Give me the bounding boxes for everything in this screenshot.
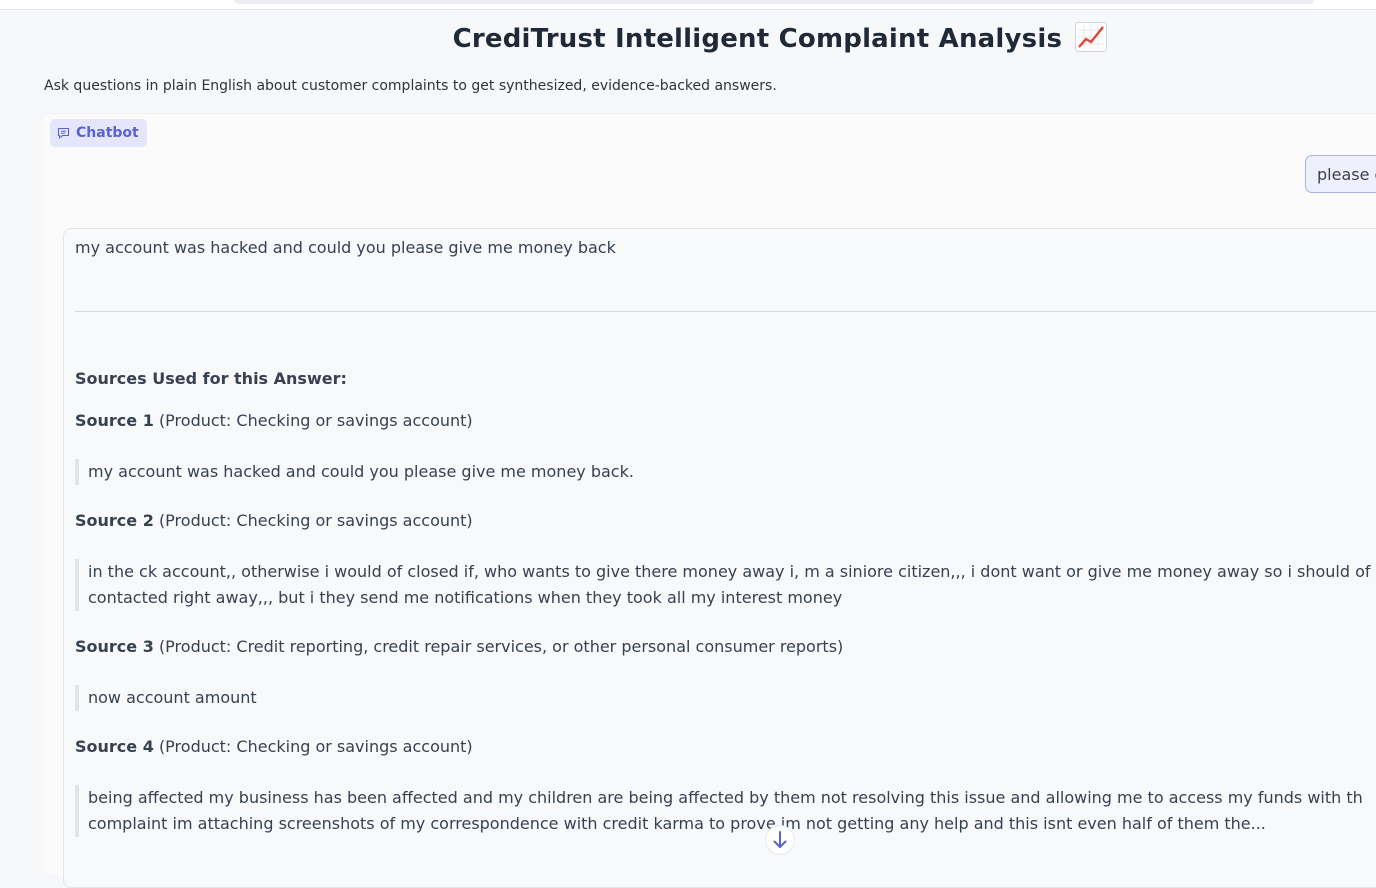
source-label: Source 3: [75, 637, 154, 656]
bot-answer-text: my account was hacked and could you plea…: [75, 238, 616, 257]
arrow-down-icon: [773, 831, 787, 848]
sources-heading: Sources Used for this Answer:: [75, 369, 347, 388]
source-1-quote: my account was hacked and could you plea…: [75, 459, 634, 485]
chat-icon: [57, 127, 70, 139]
source-3-heading: Source 3 (Product: Credit reporting, cre…: [75, 637, 843, 656]
source-3-quote: now account amount: [75, 685, 257, 711]
source-product: (Product: Credit reporting, credit repai…: [158, 637, 844, 656]
chatbot-label-badge: Chatbot: [50, 119, 147, 147]
source-product: (Product: Checking or savings account): [158, 737, 473, 756]
source-4-quote: being affected my business has been affe…: [75, 785, 1363, 837]
quote-line: now account amount: [88, 688, 257, 707]
top-bar: [0, 0, 1376, 10]
quote-line: contacted right away,,, but i they send …: [88, 588, 843, 607]
quote-line: complaint im attaching screenshots of my…: [88, 814, 1266, 833]
source-2-quote: in the ck account,, otherwise i would of…: [75, 559, 1371, 611]
source-2-heading: Source 2 (Product: Checking or savings a…: [75, 511, 473, 530]
source-label: Source 4: [75, 737, 154, 756]
source-label: Source 1: [75, 411, 154, 430]
page-title: CrediTrust Intelligent Complaint Analysi…: [0, 22, 1376, 54]
quote-line: being affected my business has been affe…: [88, 788, 1363, 807]
chatbot-label: Chatbot: [76, 125, 139, 141]
quote-line: in the ck account,, otherwise i would of…: [88, 562, 1371, 581]
source-product: (Product: Checking or savings account): [158, 411, 473, 430]
source-label: Source 2: [75, 511, 154, 530]
quote-line: my account was hacked and could you plea…: [88, 462, 634, 481]
source-product: (Product: Checking or savings account): [158, 511, 473, 530]
chart-increasing-icon: [1075, 22, 1108, 52]
top-nav-pill: [234, 0, 1314, 4]
page-title-text: CrediTrust Intelligent Complaint Analysi…: [452, 24, 1063, 54]
divider: [75, 311, 1376, 312]
source-4-heading: Source 4 (Product: Checking or savings a…: [75, 737, 473, 756]
user-message-text: please g: [1317, 165, 1376, 184]
page-subtitle: Ask questions in plain English about cus…: [44, 78, 777, 94]
scroll-to-bottom-button[interactable]: [765, 825, 795, 855]
source-1-heading: Source 1 (Product: Checking or savings a…: [75, 411, 473, 430]
user-message-bubble: please g: [1305, 155, 1376, 193]
